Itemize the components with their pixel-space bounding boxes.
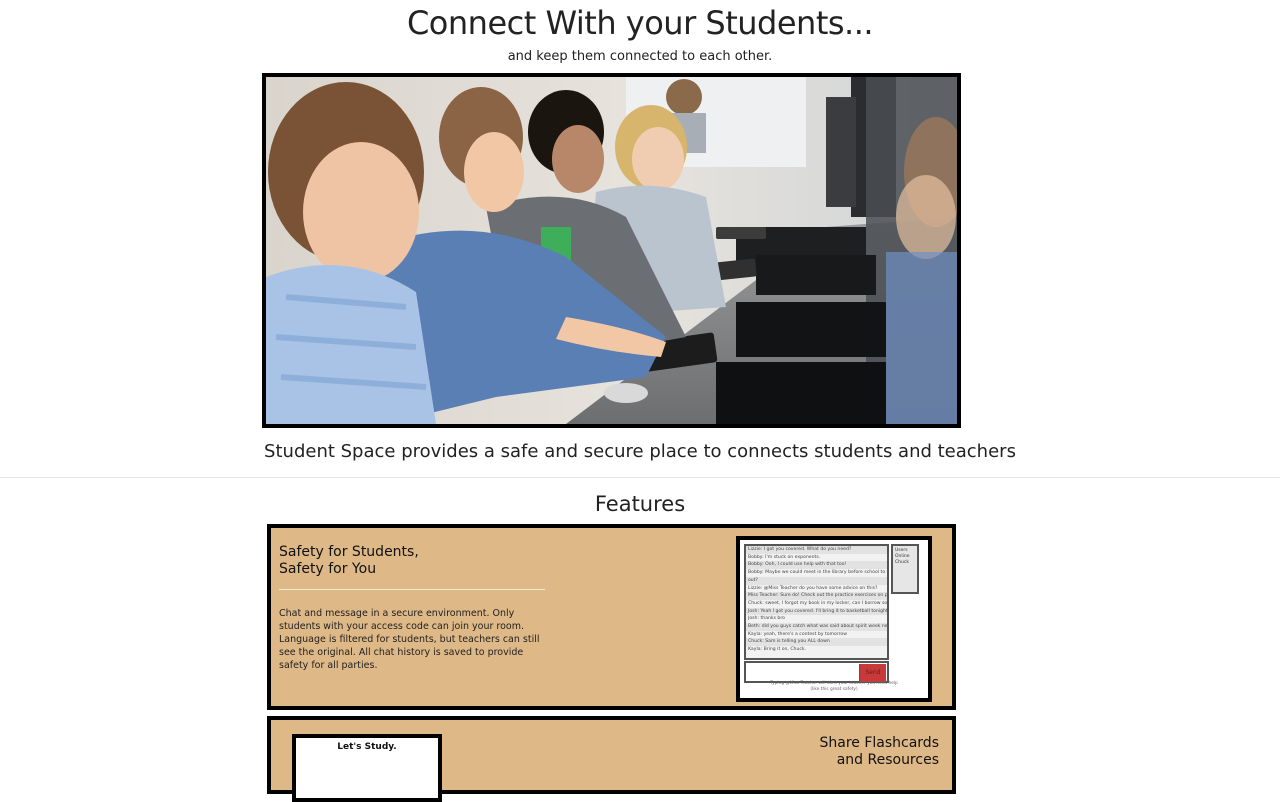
- hero-image: [262, 73, 961, 428]
- chat-message: Kayla: Bring it on, Chuck.: [748, 647, 807, 653]
- chat-message: out?: [746, 576, 887, 585]
- feature-description: Chat and message in a secure environment…: [279, 608, 540, 671]
- hero-title: Connect With your Students...: [406, 4, 874, 42]
- feature-title: Safety for Students, Safety for You: [279, 544, 559, 578]
- chat-message: Josh: Yeah I got you covered. I'll bring…: [746, 607, 887, 616]
- chat-message: Beth: did you guys catch what was said a…: [746, 623, 887, 631]
- feature-title-line-2: Safety for You: [279, 561, 377, 577]
- feature-card-flashcards: Let's Study. Share Flashcards and Resour…: [267, 716, 956, 802]
- chat-message: Kayla: yeah, there's a contest by tomorr…: [748, 631, 847, 637]
- users-online-pane: Users Online Chuck: [891, 544, 919, 594]
- feature-title: Share Flashcards and Resources: [739, 735, 939, 769]
- users-online-label: Users Online: [895, 548, 910, 559]
- send-button-preview: Send: [859, 664, 886, 682]
- chat-message: Chuck: Sam is telling you ALL down: [746, 638, 887, 647]
- chat-input-preview: Send: [744, 661, 889, 683]
- hero-subtitle: and keep them connected to each other.: [507, 49, 773, 64]
- study-preview-screenshot: Let's Study.: [292, 734, 442, 802]
- chat-preview-screenshot: Lizzie: I got you covered. What do you n…: [736, 536, 932, 702]
- chat-messages-pane: Lizzie: I got you covered. What do you n…: [744, 544, 889, 660]
- features-heading: Features: [594, 492, 686, 516]
- chat-message: Josh: thanks bro: [748, 616, 785, 622]
- feature-rule: [279, 589, 545, 590]
- chat-message: Bobby: I'm stuck on exponents.: [748, 554, 821, 560]
- chat-message: Chuck: sweet, I forgot my book in my loc…: [748, 600, 887, 606]
- typing-note: Typing @Miss Teacher will alert your tea…: [740, 681, 928, 692]
- section-divider: [0, 477, 1280, 478]
- tagline: Student Space provides a safe and secure…: [264, 441, 1016, 462]
- feature-title-line-1: Share Flashcards: [819, 735, 939, 751]
- feature-title-line-1: Safety for Students,: [279, 544, 419, 560]
- feature-title-line-2: and Resources: [836, 752, 939, 768]
- typing-note-line-2: (like this great safety): [810, 686, 858, 692]
- chat-message: Bobby: Maybe we could meet in the librar…: [748, 570, 887, 576]
- online-user: Chuck: [895, 560, 909, 565]
- feature-card-safety: Safety for Students, Safety for You Chat…: [267, 524, 956, 710]
- chat-message: Lizzie: @Miss Teacher do you have some a…: [748, 585, 878, 591]
- chat-message: Lizzie: I got you covered. What do you n…: [746, 546, 887, 554]
- chat-message: Bobby: Ooh, I could use help with that t…: [746, 561, 887, 570]
- study-preview-title: Let's Study.: [337, 742, 397, 752]
- chat-message: Miss Teacher: Sure do! Check out the pra…: [746, 592, 887, 600]
